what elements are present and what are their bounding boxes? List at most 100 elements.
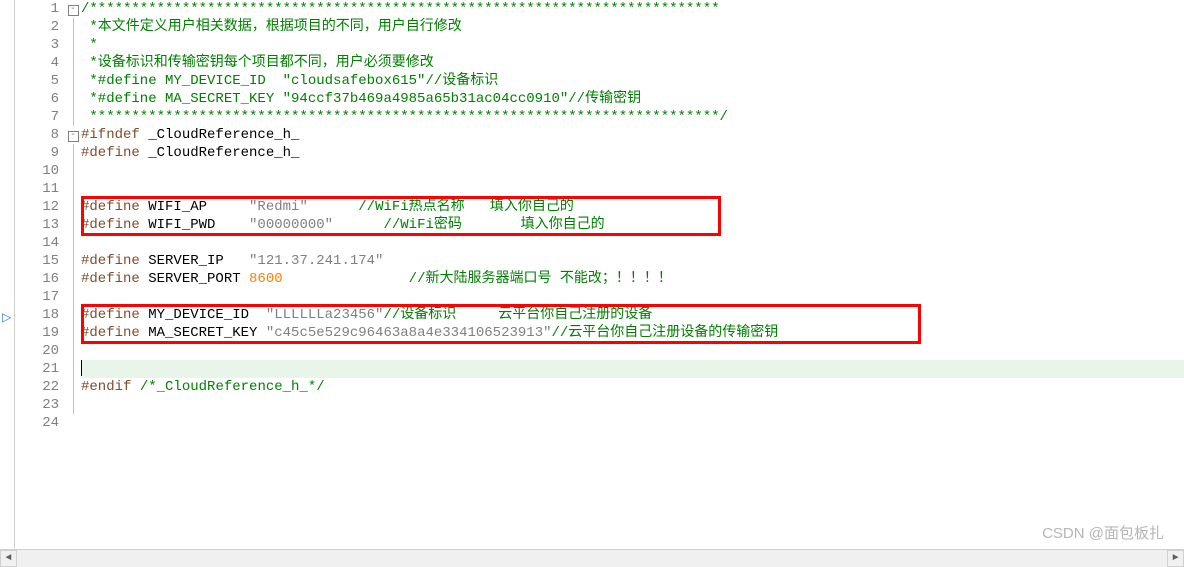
code-line[interactable]: #define MA_SECRET_KEY "c45c5e529c96463a8… — [81, 324, 1184, 342]
code-line[interactable] — [81, 360, 1184, 378]
code-token — [283, 271, 409, 287]
code-token — [333, 217, 383, 233]
code-token: #endif — [81, 379, 131, 395]
code-token — [308, 199, 358, 215]
bookmark-gutter: ▷ — [0, 0, 15, 548]
fold-guide — [73, 162, 74, 180]
fold-guide — [73, 396, 74, 414]
code-token: ****************************************… — [81, 109, 728, 125]
code-token: //WiFi密码 填入你自己的 — [383, 217, 604, 233]
chevron-left-icon: ◄ — [5, 550, 11, 567]
line-number: 19 — [15, 324, 59, 342]
line-number: 5 — [15, 72, 59, 90]
line-number: 14 — [15, 234, 59, 252]
code-line[interactable] — [81, 342, 1184, 360]
line-number: 2 — [15, 18, 59, 36]
chevron-right-icon: ► — [1172, 550, 1178, 567]
code-token: _CloudReference_h_ — [140, 145, 300, 161]
fold-guide — [73, 180, 74, 198]
code-editor[interactable]: ▷ 12345678910111213141516171819202122232… — [0, 0, 1184, 548]
code-token: MA_SECRET_KEY — [140, 325, 266, 341]
fold-guide — [73, 342, 74, 360]
code-line[interactable]: *#define MY_DEVICE_ID "cloudsafebox615"/… — [81, 72, 1184, 90]
fold-guide — [73, 306, 74, 324]
code-token: "Redmi" — [249, 199, 308, 215]
line-number: 15 — [15, 252, 59, 270]
fold-guide — [73, 378, 74, 396]
code-line[interactable] — [81, 288, 1184, 306]
code-token: #define — [81, 271, 140, 287]
fold-guide — [73, 18, 74, 36]
line-number: 12 — [15, 198, 59, 216]
code-token: //WiFi热点名称 填入你自己的 — [358, 199, 574, 215]
fold-minus-icon[interactable]: - — [68, 5, 79, 16]
code-line[interactable]: #ifndef _CloudReference_h_ — [81, 126, 1184, 144]
scroll-track[interactable] — [17, 550, 1167, 567]
code-line[interactable]: #define WIFI_AP "Redmi" //WiFi热点名称 填入你自己… — [81, 198, 1184, 216]
code-token: #define — [81, 217, 140, 233]
horizontal-scrollbar[interactable]: ◄ ► — [0, 549, 1184, 567]
code-token: #define — [81, 253, 140, 269]
code-token — [131, 379, 139, 395]
code-line[interactable] — [81, 180, 1184, 198]
line-number: 10 — [15, 162, 59, 180]
code-line[interactable]: #define WIFI_PWD "00000000" //WiFi密码 填入你… — [81, 216, 1184, 234]
code-token: #define — [81, 307, 140, 323]
fold-guide — [73, 198, 74, 216]
line-number: 6 — [15, 90, 59, 108]
code-token: #define — [81, 325, 140, 341]
fold-guide — [73, 360, 74, 378]
line-number: 22 — [15, 378, 59, 396]
line-number: 9 — [15, 144, 59, 162]
fold-guide — [73, 288, 74, 306]
code-line[interactable]: *本文件定义用户相关数据，根据项目的不同，用户自行修改 — [81, 18, 1184, 36]
code-line[interactable]: #define _CloudReference_h_ — [81, 144, 1184, 162]
code-token: //云平台你自己注册设备的传输密钥 — [552, 325, 779, 341]
line-number: 4 — [15, 54, 59, 72]
code-token: *#define MA_SECRET_KEY "94ccf37b469a4985… — [81, 91, 641, 107]
fold-guide — [73, 36, 74, 54]
code-line[interactable] — [81, 162, 1184, 180]
code-line[interactable]: /***************************************… — [81, 0, 1184, 18]
scroll-right-button[interactable]: ► — [1167, 550, 1184, 567]
fold-guide — [73, 108, 74, 126]
code-token: * — [81, 37, 98, 53]
code-line[interactable]: ****************************************… — [81, 108, 1184, 126]
code-line[interactable]: * — [81, 36, 1184, 54]
code-token: #define — [81, 145, 140, 161]
fold-gutter[interactable]: -- — [65, 0, 81, 548]
code-line[interactable]: #define SERVER_PORT 8600 //新大陆服务器端口号 不能改… — [81, 270, 1184, 288]
code-line[interactable]: *#define MA_SECRET_KEY "94ccf37b469a4985… — [81, 90, 1184, 108]
code-line[interactable]: #define MY_DEVICE_ID "LLLLLLa23456"//设备标… — [81, 306, 1184, 324]
code-token: //设备标识 云平台你自己注册的设备 — [383, 307, 652, 323]
scroll-left-button[interactable]: ◄ — [0, 550, 17, 567]
code-line[interactable] — [81, 234, 1184, 252]
code-token: #define — [81, 199, 140, 215]
code-token: "121.37.241.174" — [249, 253, 383, 269]
line-number: 16 — [15, 270, 59, 288]
code-token: WIFI_PWD — [140, 217, 249, 233]
line-number-gutter: 123456789101112131415161718192021222324 — [15, 0, 65, 548]
line-number: 3 — [15, 36, 59, 54]
code-token: #ifndef — [81, 127, 140, 143]
fold-minus-icon[interactable]: - — [68, 131, 79, 142]
code-line[interactable] — [81, 396, 1184, 414]
text-cursor — [81, 360, 82, 376]
code-token: 8600 — [249, 271, 283, 287]
code-token: "LLLLLLa23456" — [266, 307, 384, 323]
code-token: "00000000" — [249, 217, 333, 233]
code-line[interactable] — [81, 414, 1184, 432]
code-token: SERVER_PORT — [140, 271, 249, 287]
code-token: //新大陆服务器端口号 不能改；！！！！ — [409, 271, 672, 287]
code-line[interactable]: *设备标识和传输密钥每个项目都不同，用户必须要修改 — [81, 54, 1184, 72]
fold-guide — [73, 252, 74, 270]
line-number: 21 — [15, 360, 59, 378]
code-line[interactable]: #define SERVER_IP "121.37.241.174" — [81, 252, 1184, 270]
code-area[interactable]: /***************************************… — [81, 0, 1184, 548]
line-number: 24 — [15, 414, 59, 432]
code-token: *本文件定义用户相关数据，根据项目的不同，用户自行修改 — [81, 19, 462, 35]
code-line[interactable]: #endif /*_CloudReference_h_*/ — [81, 378, 1184, 396]
code-token: SERVER_IP — [140, 253, 249, 269]
line-number: 23 — [15, 396, 59, 414]
fold-guide — [73, 216, 74, 234]
